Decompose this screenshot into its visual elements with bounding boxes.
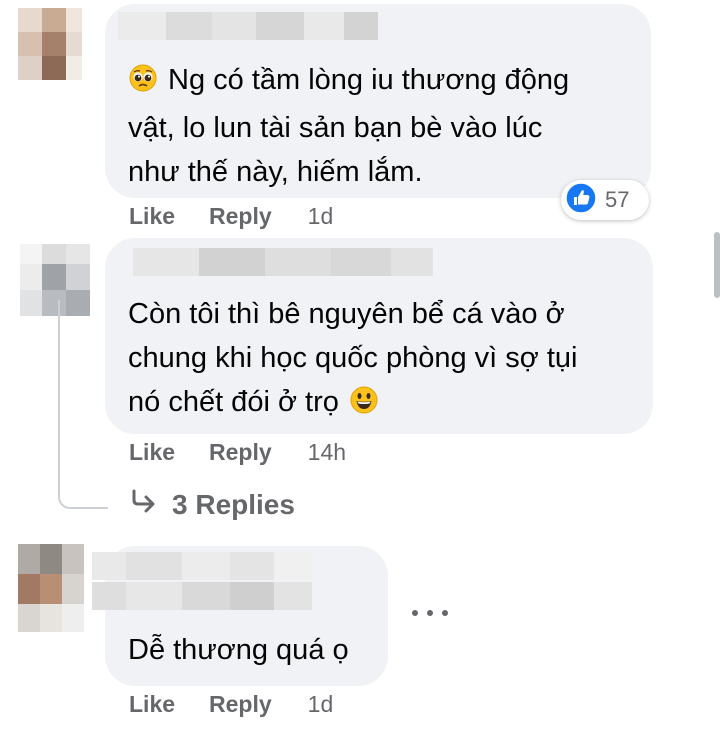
comment-text: Dễ thương quá ọ	[128, 634, 349, 666]
grinning-face-icon	[349, 384, 379, 428]
author-name-blurred[interactable]	[92, 552, 312, 610]
comment-timestamp[interactable]: 14h	[308, 439, 346, 466]
like-button[interactable]: Like	[129, 439, 175, 466]
reaction-summary[interactable]: 57	[561, 180, 649, 220]
dot	[412, 610, 418, 616]
scrollbar-thumb[interactable]	[714, 232, 720, 298]
like-icon	[565, 181, 597, 219]
like-button[interactable]: Like	[129, 203, 175, 230]
view-replies-button[interactable]: 3 Replies	[130, 488, 295, 521]
comment-timestamp[interactable]: 1d	[308, 691, 334, 718]
dot	[442, 610, 448, 616]
reaction-count: 57	[605, 187, 630, 212]
comment-text: Ng có tầm lòng iu thương động vật, lo lu…	[128, 62, 570, 188]
reply-button[interactable]: Reply	[209, 691, 272, 718]
reply-button[interactable]: Reply	[209, 203, 272, 230]
comment-timestamp[interactable]: 1d	[308, 203, 334, 230]
author-name-blurred[interactable]	[133, 248, 433, 276]
avatar[interactable]	[18, 544, 84, 632]
dot	[427, 610, 433, 616]
more-options-button[interactable]	[412, 598, 448, 628]
avatar[interactable]	[18, 8, 82, 80]
author-name-blurred[interactable]	[118, 12, 378, 40]
comment-actions: Like Reply 1d	[129, 203, 333, 230]
comment-actions: Like Reply 1d	[129, 691, 333, 718]
reply-arrow-icon	[130, 488, 158, 521]
pleading-face-icon	[128, 62, 158, 106]
comment-text: Còn tôi thì bê nguyên bể cá vào ở chung …	[128, 292, 577, 428]
reply-button[interactable]: Reply	[209, 439, 272, 466]
comment-actions: Like Reply 14h	[129, 439, 346, 466]
like-button[interactable]: Like	[129, 691, 175, 718]
thread-connector	[58, 300, 108, 509]
replies-label: 3 Replies	[172, 488, 295, 520]
